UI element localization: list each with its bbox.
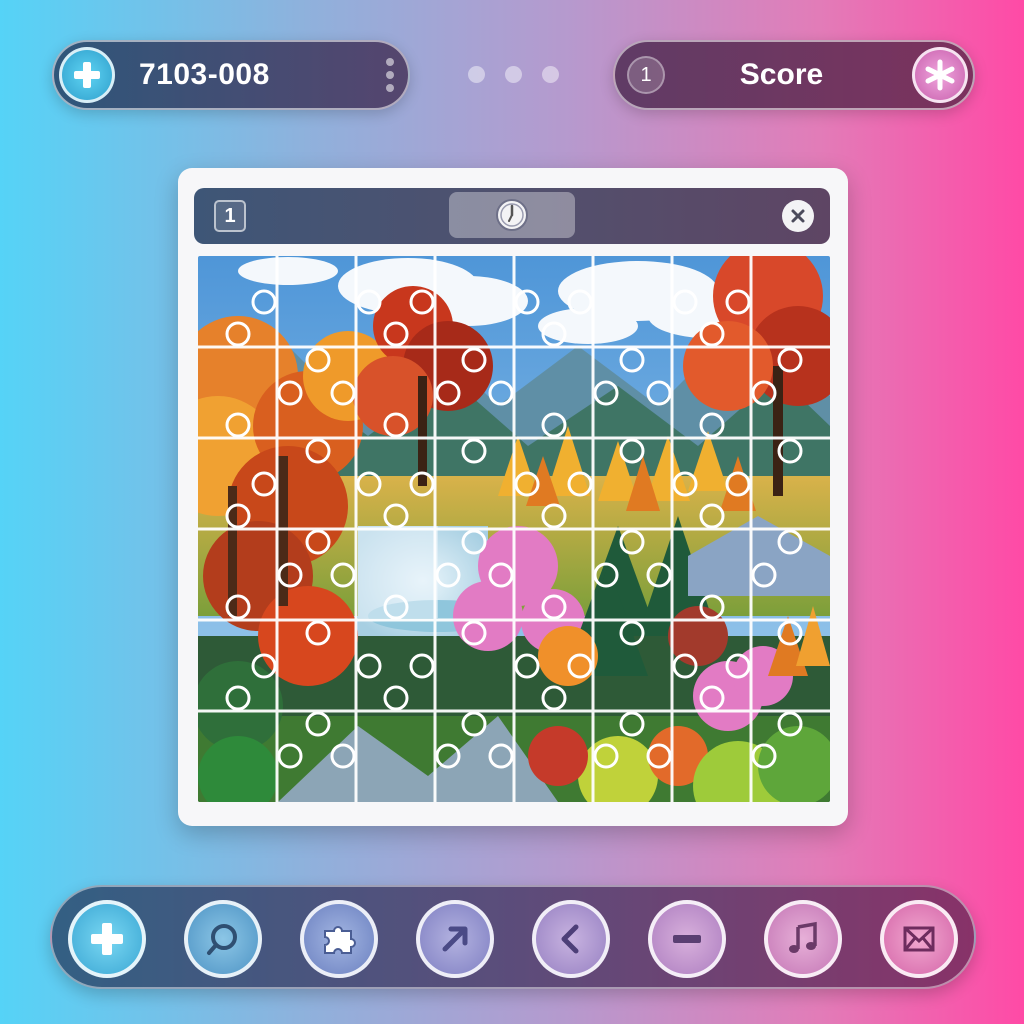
search-button[interactable] <box>184 900 262 978</box>
close-icon <box>791 209 805 223</box>
puzzle-image <box>198 256 830 802</box>
score-bar: 1 Score <box>613 40 975 110</box>
arrow-up-right-icon <box>442 926 468 952</box>
level-indicator: 1 <box>214 200 246 232</box>
close-button[interactable] <box>782 200 814 232</box>
minus-icon <box>673 935 701 943</box>
timer-tab[interactable] <box>449 192 575 238</box>
page-dot[interactable] <box>505 66 522 83</box>
music-note-icon <box>789 921 817 953</box>
add-button[interactable] <box>68 900 146 978</box>
clock-icon <box>496 199 528 231</box>
mail-button[interactable] <box>880 900 958 978</box>
score-button[interactable] <box>911 47 968 103</box>
zoom-out-button[interactable] <box>648 900 726 978</box>
puzzle-piece-icon <box>324 926 356 954</box>
kebab-menu-icon[interactable] <box>386 58 394 92</box>
star-icon <box>925 59 955 91</box>
puzzle-code: 7103-008 <box>139 58 270 91</box>
page-dot[interactable] <box>542 66 559 83</box>
pieces-button[interactable] <box>300 900 378 978</box>
puzzle-code-bar: 7103-008 <box>52 40 410 110</box>
magnifier-icon <box>207 924 237 955</box>
page-indicator <box>468 66 559 83</box>
envelope-icon <box>903 926 935 952</box>
chevron-left-icon <box>561 924 579 954</box>
plus-icon <box>74 62 100 88</box>
puzzle-window: 1 <box>178 168 848 826</box>
music-button[interactable] <box>764 900 842 978</box>
score-label: Score <box>739 58 824 91</box>
level-badge: 1 <box>627 56 665 94</box>
puzzle-board[interactable] <box>198 256 830 802</box>
page-dot[interactable] <box>468 66 485 83</box>
window-title-bar: 1 <box>194 188 830 244</box>
bottom-toolbar <box>50 885 976 989</box>
back-button[interactable] <box>532 900 610 978</box>
plus-icon <box>91 923 123 955</box>
add-button[interactable] <box>59 47 115 103</box>
share-button[interactable] <box>416 900 494 978</box>
